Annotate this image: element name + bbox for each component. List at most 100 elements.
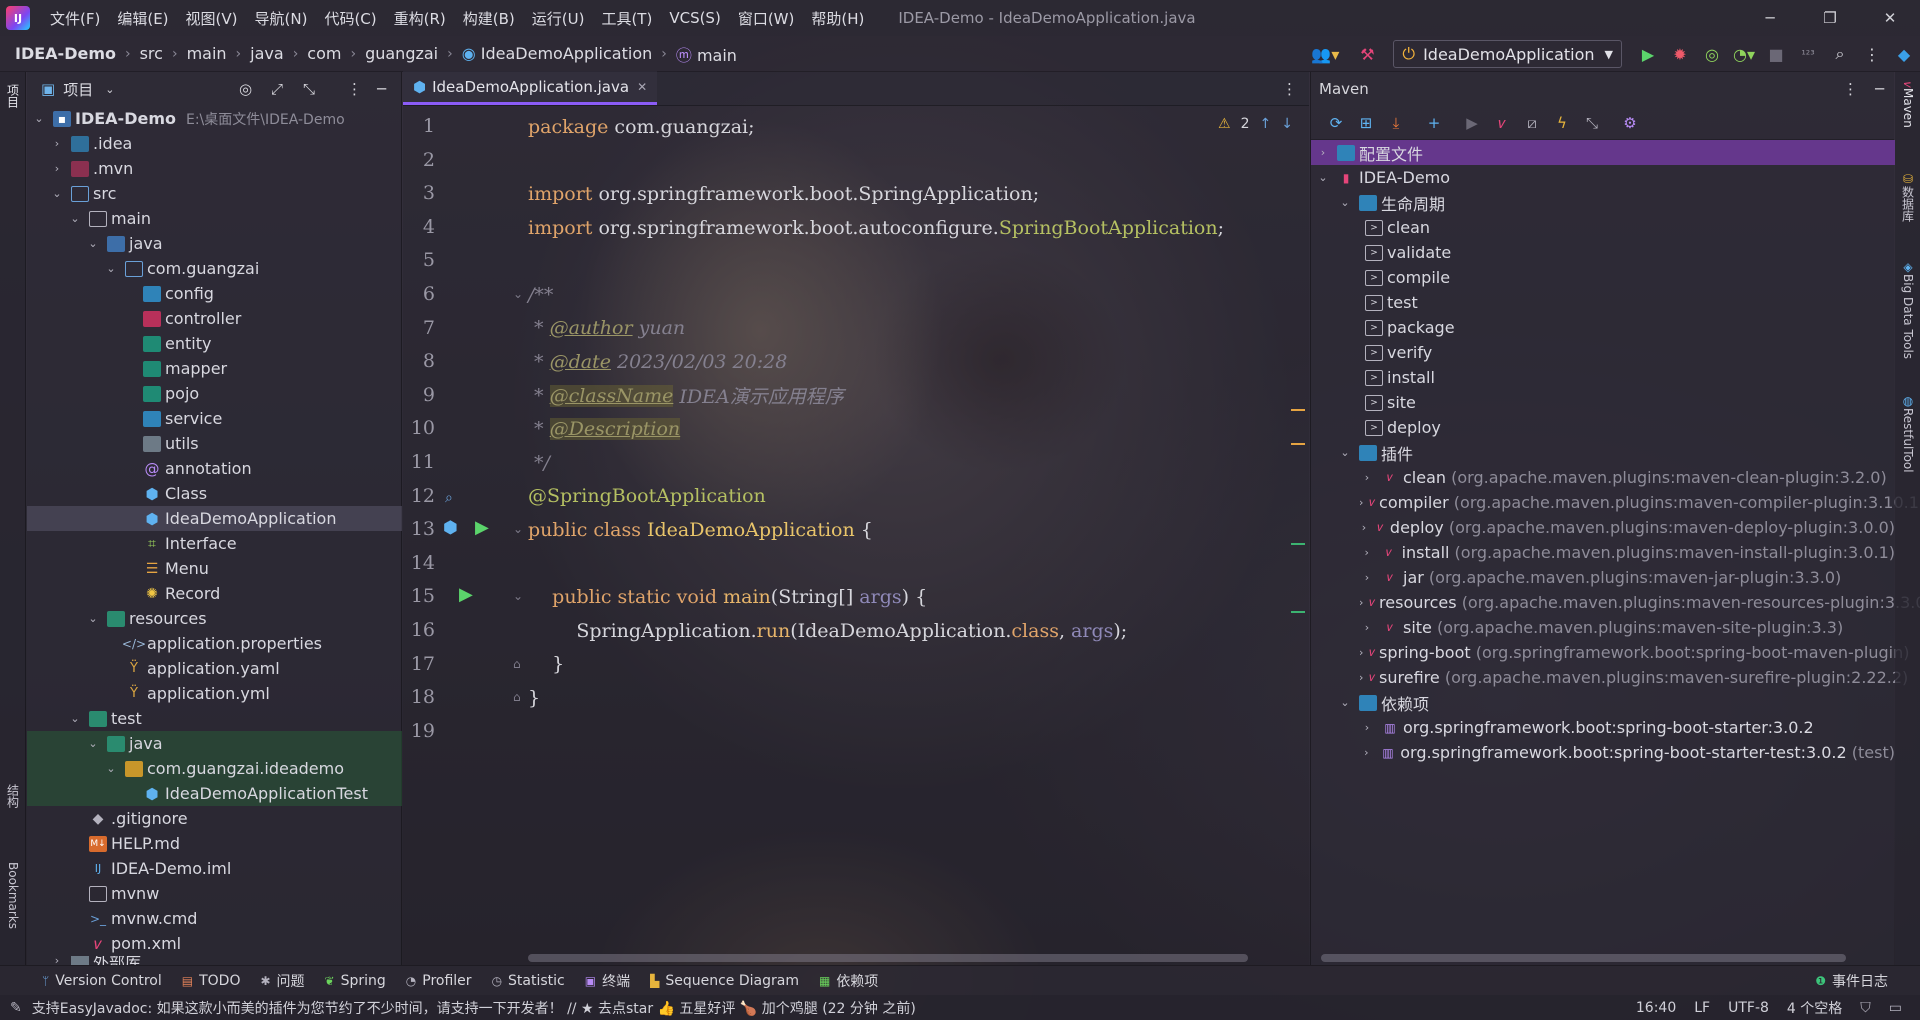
code-line[interactable]: public static void main (String[] args) { [528, 580, 927, 614]
menu-file[interactable]: 文件(F) [50, 8, 100, 29]
tree-item-help-md[interactable]: M↓ HELP.md [27, 831, 402, 856]
tool-dependencies[interactable]: ▦ 依赖项 [819, 971, 878, 991]
maven-plugin-jar[interactable]: › 𝑣 jar (org.apache.maven.plugins:maven-ja… [1311, 565, 1895, 590]
tree-item-application-yaml[interactable]: Ÿapplication.yaml [27, 656, 402, 681]
line-number[interactable]: 11 [403, 446, 435, 480]
warning-marker[interactable] [1291, 409, 1305, 411]
line-number[interactable]: 14 [403, 547, 435, 581]
horizontal-scrollbar[interactable] [528, 954, 1248, 962]
tree-item-idea[interactable]: › .idea [27, 131, 402, 156]
tool-spring[interactable]: ❦ Spring [325, 973, 386, 989]
tree-item-menu[interactable]: ☰ Menu [27, 556, 402, 581]
line-number[interactable]: 10 [403, 412, 435, 446]
code-line[interactable]: */ [528, 446, 550, 480]
run-icon[interactable]: ▶ [1634, 40, 1662, 68]
maven-plugin-resources[interactable]: › 𝑣 resources (org.apache.maven.plugins:ma… [1311, 590, 1920, 615]
tree-item-interface[interactable]: ⌗ Interface [27, 531, 402, 556]
maven-dependency-starter-test[interactable]: › ▥ org.springframework.boot:spring-boot-s… [1311, 740, 1895, 765]
tree-item-gitignore[interactable]: ◆ .gitignore [27, 806, 402, 831]
add-icon[interactable]: + [1419, 108, 1449, 138]
tool-tab-maven[interactable]: 𝑣 Maven [1897, 82, 1919, 127]
fold-marker-icon[interactable]: ⌄ [513, 287, 523, 301]
maven-goal-compile[interactable]: > compile [1311, 265, 1895, 290]
tree-item-test-java[interactable]: ⌄ java [27, 731, 402, 756]
maven-plugin-install[interactable]: › 𝑣 install (org.apache.maven.plugins:mave… [1311, 540, 1895, 565]
breadcrumb-project[interactable]: IDEA-Demo [15, 44, 116, 63]
tool-problems[interactable]: ✱ 问题 [260, 971, 304, 991]
tool-tab-restfultool[interactable]: ◍ RestfulTool [1897, 394, 1919, 473]
tool-event-log[interactable]: ❶ 事件日志 [1815, 971, 1888, 991]
line-number[interactable]: 16 [403, 614, 435, 648]
horizontal-scrollbar[interactable] [1321, 954, 1846, 962]
status-message[interactable]: 支持EasyJavadoc: 如果这款小而美的插件为您节约了不少时间，请支持一下… [32, 998, 916, 1018]
more-vertical-icon[interactable]: ⋮ [1282, 80, 1297, 98]
line-number[interactable]: 15 [403, 580, 435, 614]
hide-panel-icon[interactable]: ─ [377, 80, 386, 98]
maven-lifecycle[interactable]: ⌄ 生命周期 [1311, 190, 1895, 215]
line-number[interactable]: 2 [403, 144, 435, 178]
code-line[interactable]: * @author yuan [528, 312, 685, 346]
tree-item-class[interactable]: ⬢ Class [27, 481, 402, 506]
tree-item-src[interactable]: ⌄ src [27, 181, 402, 206]
breadcrumb-java[interactable]: java [250, 44, 284, 63]
toggle-offline-icon[interactable]: ⧄ [1517, 108, 1547, 138]
line-number[interactable]: 13 [403, 513, 435, 547]
tool-sequence-diagram[interactable]: ▙ Sequence Diagram [650, 973, 799, 989]
tree-item-external-libraries[interactable]: ›外部库 [27, 956, 402, 965]
coverage-icon[interactable]: ◎ [1698, 40, 1726, 68]
tool-version-control[interactable]: ᛘ Version Control [42, 973, 162, 989]
menu-edit[interactable]: 编辑(E) [117, 8, 168, 29]
tree-item-pojo[interactable]: pojo [27, 381, 402, 406]
read-write-lock-icon[interactable]: ⛉ [1860, 1000, 1871, 1016]
line-number[interactable]: 18 [403, 681, 435, 715]
menu-code[interactable]: 代码(C) [324, 8, 376, 29]
maven-dependencies[interactable]: ⌄ 依赖项 [1311, 690, 1895, 715]
tree-item-com-guangzai[interactable]: ⌄ com.guangzai [27, 256, 402, 281]
tree-item-application-yml[interactable]: Ÿapplication.yml [27, 681, 402, 706]
tree-item-test[interactable]: ⌄ test [27, 706, 402, 731]
tree-item-mvnw[interactable]: mvnw [27, 881, 402, 906]
maven-project-idea-demo[interactable]: ⌄ ▮ IDEA-Demo [1311, 165, 1895, 190]
line-number[interactable]: 12 [403, 480, 435, 514]
line-number[interactable]: 4 [403, 211, 435, 245]
tree-item-java[interactable]: ⌄ java [27, 231, 402, 256]
menu-help[interactable]: 帮助(H) [811, 8, 864, 29]
line-number[interactable]: 6 [403, 278, 435, 312]
tree-item-record[interactable]: ✺ Record [27, 581, 402, 606]
profile-icon[interactable]: ◔▾ [1730, 40, 1758, 68]
tree-item-mapper[interactable]: mapper [27, 356, 402, 381]
maven-profiles[interactable]: › 配置文件 [1311, 140, 1895, 165]
execute-goal-icon[interactable]: 𝑣 [1487, 108, 1517, 138]
breadcrumb-guangzai[interactable]: guangzai [365, 44, 438, 63]
tree-item-pom-xml[interactable]: 𝑣 pom.xml [27, 931, 402, 956]
more-vertical-icon[interactable]: ⋮ [1843, 80, 1858, 98]
menu-run[interactable]: 运行(U) [532, 8, 585, 29]
inspection-widget[interactable]: ⚠ 2 ↑ ↓ [1218, 116, 1293, 132]
tree-item-entity[interactable]: entity [27, 331, 402, 356]
more-vertical-icon[interactable]: ⋮ [1858, 40, 1886, 68]
tree-item-idea-demo[interactable]: ⌄ ▪ IDEA-Demo E:\桌面文件\IDEA-Demo [27, 106, 402, 131]
code-line[interactable]: } [528, 681, 540, 715]
hide-panel-icon[interactable]: ─ [1875, 80, 1884, 98]
run-configuration-select[interactable]: ⏻ IdeaDemoApplication ▼ [1393, 40, 1622, 68]
maven-plugin-clean[interactable]: › 𝑣 clean (org.apache.maven.plugins:maven-… [1311, 465, 1895, 490]
file-encoding[interactable]: UTF-8 [1728, 1000, 1769, 1016]
run-icon[interactable]: ▶ [1457, 108, 1487, 138]
breadcrumb-src[interactable]: src [140, 44, 163, 63]
line-number[interactable]: 5 [403, 244, 435, 278]
line-number[interactable]: 19 [403, 715, 435, 749]
restore-icon[interactable]: ❐ [1800, 0, 1860, 36]
spring-bean-icon[interactable]: ⬢ [443, 518, 458, 538]
change-marker[interactable] [1291, 611, 1305, 613]
search-icon[interactable]: ⌕ [1826, 40, 1854, 68]
expand-all-icon[interactable]: ⤢ [271, 80, 283, 98]
line-number[interactable]: 7 [403, 312, 435, 346]
tree-item-utils[interactable]: utils [27, 431, 402, 456]
stop-icon[interactable]: ■ [1762, 40, 1790, 68]
caret-position[interactable]: 16:40 [1636, 1000, 1676, 1016]
tree-item-application-properties[interactable]: </> application.properties [27, 631, 402, 656]
tree-item-resources[interactable]: ⌄ resources [27, 606, 402, 631]
debug-icon[interactable]: ✹ [1666, 40, 1694, 68]
run-method-icon[interactable]: ▶ [459, 584, 473, 605]
more-vertical-icon[interactable]: ⋮ [347, 80, 362, 98]
